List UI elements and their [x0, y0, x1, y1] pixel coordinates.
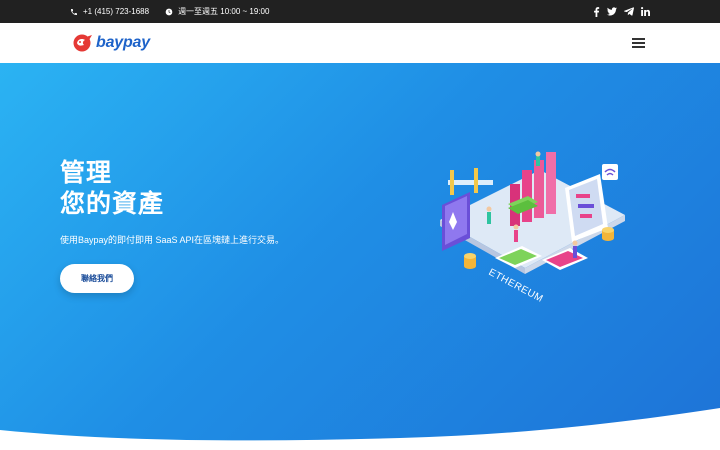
twitter-icon[interactable] — [607, 7, 617, 16]
site-header: baypay — [0, 23, 720, 63]
phone-number: +1 (415) 723-1688 — [83, 7, 150, 16]
telegram-icon[interactable] — [624, 7, 634, 16]
ethereum-label: ETHEREUM — [487, 267, 545, 305]
contact-us-button[interactable]: 聯絡我們 — [60, 264, 134, 293]
hamburger-icon[interactable] — [632, 38, 647, 50]
blockchain-illustration: ETHEREUM — [440, 151, 625, 305]
hours-item: 週一至週五 10:00 ~ 19:00 — [165, 6, 269, 17]
hero-wave — [0, 408, 720, 450]
clock-icon — [165, 8, 173, 15]
contact-info: +1 (415) 723-1688 週一至週五 10:00 ~ 19:00 — [70, 0, 285, 23]
hero-title: 管理 您的資產 — [60, 158, 164, 220]
phone-icon — [71, 8, 77, 15]
hero-description: 使用Baypay的即付即用 SaaS API在區塊鏈上進行交易。 — [60, 235, 285, 245]
logo-mark-icon — [73, 34, 92, 52]
baypay-logo[interactable]: baypay — [72, 31, 150, 55]
hero-section: 管理 您的資產 使用Baypay的即付即用 SaaS API在區塊鏈上進行交易。… — [0, 63, 720, 450]
business-hours: 週一至週五 10:00 ~ 19:00 — [178, 7, 270, 16]
phone-item[interactable]: +1 (415) 723-1688 — [70, 7, 149, 16]
hero-title-line1: 管理 — [60, 159, 113, 187]
facebook-icon[interactable] — [593, 6, 600, 17]
social-links — [586, 0, 650, 23]
logo-text: baypay — [96, 34, 150, 51]
hero-title-line2: 您的資產 — [60, 190, 165, 218]
top-bar: +1 (415) 723-1688 週一至週五 10:00 ~ 19:00 — [0, 0, 720, 23]
linkedin-icon[interactable] — [641, 7, 650, 16]
